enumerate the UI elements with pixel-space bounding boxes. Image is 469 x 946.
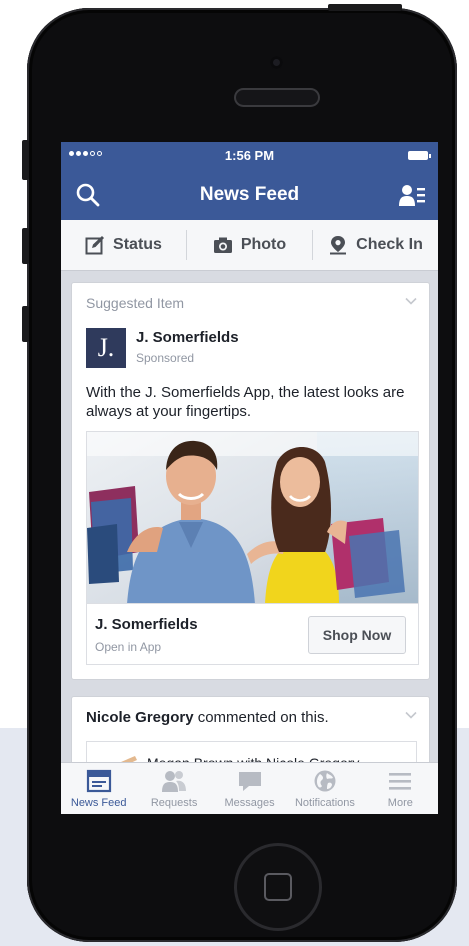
messages-icon	[238, 772, 261, 791]
front-camera	[270, 56, 283, 69]
compose-icon	[85, 236, 105, 255]
tab-news-feed[interactable]: News Feed	[61, 763, 136, 814]
tab-label: More	[387, 797, 413, 809]
earpiece-speaker	[236, 90, 318, 105]
check-in-button[interactable]: Check In	[313, 230, 438, 260]
card-header: Suggested Item	[86, 295, 185, 311]
globe-icon	[314, 770, 336, 792]
actor-name[interactable]: Nicole Gregory	[86, 709, 194, 726]
shop-now-button[interactable]: Shop Now	[308, 616, 406, 654]
tab-messages[interactable]: Messages	[212, 763, 287, 814]
tab-label: News Feed	[70, 797, 127, 809]
status-time: 1:56 PM	[224, 148, 275, 163]
link-title: J. Somerfields	[95, 616, 198, 633]
activity-action: commented on this.	[197, 709, 329, 726]
top-navigation-bar: News Feed	[61, 170, 438, 220]
volume-down-button[interactable]	[22, 306, 29, 342]
phone-screen: 1:56 PM News Feed Status Photo Check In …	[61, 142, 438, 814]
link-attachment[interactable]: J. Somerfields Open in App Shop Now	[86, 603, 419, 665]
tab-label: Messages	[224, 797, 275, 809]
camera-icon	[213, 237, 232, 253]
friends-list-icon[interactable]	[398, 182, 426, 208]
shopping-couple-photo	[87, 432, 418, 604]
chevron-down-icon[interactable]	[405, 709, 417, 721]
suggested-item-card: Suggested Item J. J. Somerfields Sponsor…	[71, 282, 430, 680]
tab-notifications[interactable]: Notifications	[287, 763, 362, 814]
mute-switch[interactable]	[22, 140, 29, 180]
photo-button-label: Photo	[240, 236, 287, 253]
menu-icon	[389, 773, 412, 790]
chevron-down-icon[interactable]	[405, 295, 417, 307]
volume-up-button[interactable]	[22, 228, 29, 264]
tab-requests[interactable]: Requests	[136, 763, 211, 814]
status-bar: 1:56 PM	[61, 142, 438, 170]
status-button[interactable]: Status	[61, 230, 187, 260]
advertiser-logo[interactable]: J.	[86, 328, 126, 368]
tab-label: Notifications	[294, 797, 355, 809]
check-in-button-label: Check In	[356, 236, 423, 253]
power-button[interactable]	[328, 4, 402, 11]
link-subtitle: Open in App	[95, 640, 162, 654]
page-title: News Feed	[199, 184, 300, 205]
tab-more[interactable]: More	[363, 763, 438, 814]
tab-label: Requests	[150, 797, 198, 809]
location-pin-icon	[330, 236, 347, 255]
composer-action-bar: Status Photo Check In	[61, 220, 438, 271]
ad-photo[interactable]	[86, 431, 419, 604]
bottom-tab-bar: News Feed Requests Messages Notification…	[61, 762, 438, 814]
battery-icon	[408, 151, 431, 160]
activity-line: Nicole Gregory commented on this.	[86, 709, 329, 726]
photo-button[interactable]: Photo	[187, 230, 313, 260]
advertiser-name[interactable]: J. Somerfields	[136, 329, 239, 346]
sponsored-label: Sponsored	[136, 351, 195, 365]
news-feed-icon	[86, 769, 111, 793]
friend-requests-icon	[162, 771, 187, 792]
post-text: With the J. Somerfields App, the latest …	[86, 384, 405, 420]
status-button-label: Status	[113, 236, 162, 253]
home-button[interactable]	[237, 846, 319, 928]
